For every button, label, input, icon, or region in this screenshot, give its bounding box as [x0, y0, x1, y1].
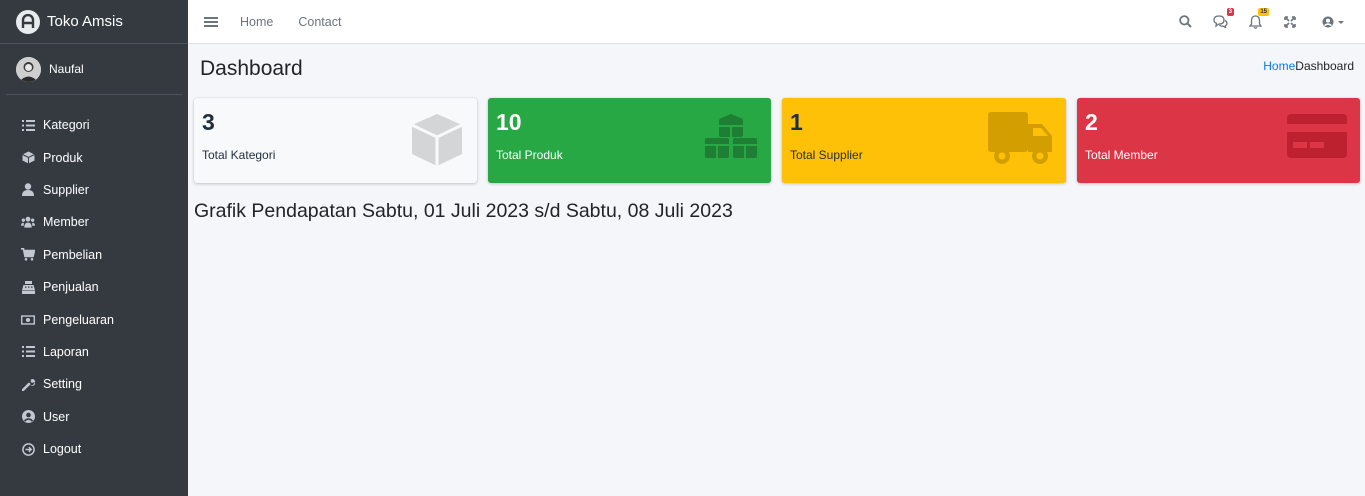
cubes-icon — [703, 112, 759, 167]
sidebar-item-produk[interactable]: Produk — [0, 141, 188, 173]
breadcrumb: HomeDashboard — [1263, 59, 1354, 73]
stat-label: Total Supplier — [790, 148, 863, 162]
truck-icon — [986, 112, 1054, 171]
sidebar: Toko Amsis Naufal Kategori Produk Suppli… — [0, 0, 188, 496]
user-icon — [21, 183, 35, 197]
cube-icon — [21, 151, 35, 165]
sidebar-item-setting[interactable]: Setting — [0, 368, 188, 400]
stat-value: 10 — [496, 109, 522, 135]
sidebar-item-supplier[interactable]: Supplier — [0, 174, 188, 206]
sidebar-item-label: Logout — [43, 442, 82, 457]
sidebar-item-label: Pengeluaran — [43, 312, 114, 327]
page-title: Dashboard — [200, 57, 303, 80]
nav-link-contact[interactable]: Contact — [298, 15, 341, 29]
register-icon — [21, 280, 35, 294]
brand-logo-icon — [16, 9, 40, 34]
sidebar-item-penjualan[interactable]: Penjualan — [0, 271, 188, 303]
menu-toggle-icon[interactable] — [204, 15, 218, 29]
stat-label: Total Member — [1085, 148, 1158, 162]
stat-box-kategori[interactable]: 3 Total Kategori — [194, 98, 477, 183]
sidebar-item-label: Member — [43, 215, 89, 230]
avatar — [16, 56, 41, 82]
notifications-icon[interactable]: 15 — [1246, 7, 1269, 31]
credit-card-icon — [1286, 112, 1348, 165]
money-icon — [21, 313, 35, 327]
brand-link[interactable]: Toko Amsis — [0, 0, 188, 44]
stat-value: 2 — [1085, 109, 1098, 135]
sidebar-nav: Kategori Produk Supplier Member Pembelia… — [0, 95, 188, 465]
stat-label: Total Kategori — [202, 148, 276, 162]
notifications-badge: 15 — [1258, 7, 1269, 16]
sidebar-item-label: Penjualan — [43, 280, 99, 295]
sidebar-item-label: Kategori — [43, 118, 90, 133]
sidebar-item-label: Setting — [43, 377, 82, 392]
list-icon — [21, 118, 35, 132]
stat-value: 3 — [202, 109, 215, 135]
brand-title: Toko Amsis — [47, 13, 123, 30]
sidebar-item-logout[interactable]: Logout — [0, 433, 188, 465]
chart-title: Grafik Pendapatan Sabtu, 01 Juli 2023 s/… — [194, 200, 733, 222]
sidebar-item-label: Pembelian — [43, 247, 103, 262]
stat-box-supplier[interactable]: 1 Total Supplier — [782, 98, 1066, 183]
stat-box-produk[interactable]: 10 Total Produk — [488, 98, 771, 183]
user-circle-icon — [21, 410, 35, 424]
cube-icon — [409, 112, 465, 173]
messages-badge: 3 — [1226, 7, 1234, 16]
sidebar-item-label: User — [43, 409, 70, 424]
messages-icon[interactable]: 3 — [1211, 7, 1234, 31]
sidebar-item-pengeluaran[interactable]: Pengeluaran — [0, 303, 188, 335]
sidebar-item-label: Supplier — [43, 182, 89, 197]
breadcrumb-home-link[interactable]: Home — [1263, 59, 1295, 73]
sidebar-item-kategori[interactable]: Kategori — [0, 109, 188, 141]
sidebar-item-member[interactable]: Member — [0, 206, 188, 238]
cart-icon — [21, 248, 35, 262]
stat-value: 1 — [790, 109, 803, 135]
top-navbar: Home Contact 3 15 — [188, 0, 1365, 44]
sidebar-item-pembelian[interactable]: Pembelian — [0, 239, 188, 271]
wrench-icon — [21, 377, 35, 391]
sidebar-item-user[interactable]: User — [0, 401, 188, 433]
sidebar-item-laporan[interactable]: Laporan — [0, 336, 188, 368]
user-menu-icon[interactable] — [1321, 13, 1347, 31]
user-panel[interactable]: Naufal — [6, 44, 182, 95]
stat-box-member[interactable]: 2 Total Member — [1077, 98, 1360, 183]
fullscreen-icon[interactable] — [1281, 13, 1299, 31]
content-header: Dashboard HomeDashboard — [188, 44, 1365, 96]
users-icon — [21, 215, 35, 229]
breadcrumb-current: Dashboard — [1295, 59, 1354, 73]
user-name: Naufal — [49, 62, 84, 76]
stat-label: Total Produk — [496, 148, 563, 162]
sidebar-item-label: Produk — [43, 150, 83, 165]
nav-link-home[interactable]: Home — [240, 15, 273, 29]
sign-out-icon — [21, 442, 35, 456]
sidebar-item-label: Laporan — [43, 344, 89, 359]
search-icon[interactable] — [1176, 13, 1194, 31]
list-icon — [21, 345, 35, 359]
